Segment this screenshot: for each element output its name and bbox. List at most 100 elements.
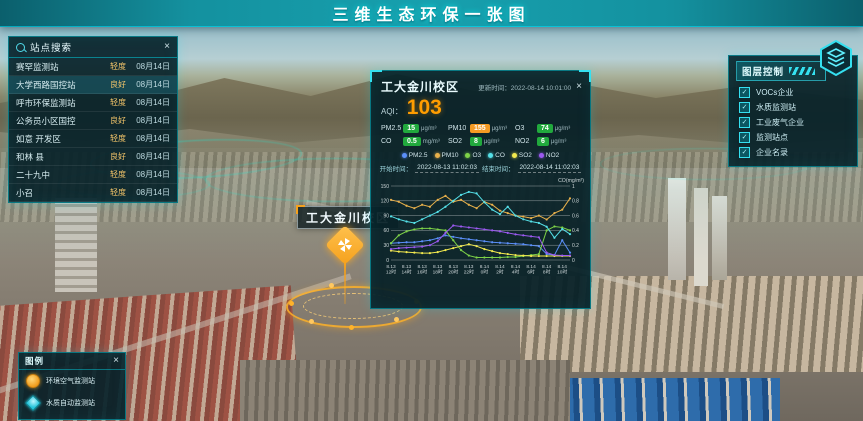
svg-text:8.1410时: 8.1410时 xyxy=(557,264,567,276)
svg-text:0.8: 0.8 xyxy=(572,199,579,205)
chart-legend-item[interactable]: PM10 xyxy=(435,152,459,159)
marker-ring-dots xyxy=(0,0,3,3)
pollutant-value-badge: 0.5 xyxy=(403,137,421,146)
legend-list: 环境空气监测站水质自动监测站 xyxy=(19,370,125,414)
legend-dot-icon xyxy=(539,153,544,158)
svg-text:8.1312时: 8.1312时 xyxy=(386,264,396,276)
station-row[interactable]: 大学西路国控站良好08月14日 xyxy=(9,76,177,94)
svg-text:0.2: 0.2 xyxy=(572,243,579,249)
end-time-input[interactable]: 2022-08-14 11:02:03 xyxy=(518,164,582,173)
layer-item[interactable]: ✓监测站点 xyxy=(729,130,857,145)
station-name: 二十九中 xyxy=(16,169,100,181)
svg-text:90: 90 xyxy=(383,213,389,219)
svg-text:0: 0 xyxy=(572,258,575,264)
svg-text:0.4: 0.4 xyxy=(572,228,579,234)
page-title: 三维生态环保一张图 xyxy=(332,1,530,25)
checkbox-checked-icon[interactable]: ✓ xyxy=(739,117,750,128)
legend-item[interactable]: 水质自动监测站 xyxy=(19,392,125,414)
station-detail-panel: 工大金川校区 更新时间：2022-08-14 10:01:00 × AQI： 1… xyxy=(370,70,591,309)
station-grade: 轻度 xyxy=(100,133,126,144)
close-icon[interactable]: × xyxy=(576,82,582,92)
pollutant-value-badge: 15 xyxy=(403,124,419,133)
legend-dot-icon xyxy=(402,153,407,158)
close-icon[interactable]: × xyxy=(164,42,170,52)
update-time-label: 更新时间： xyxy=(478,85,511,92)
pollutant-unit: μg/m³ xyxy=(555,126,570,132)
chart-legend-item[interactable]: PM2.5 xyxy=(402,152,428,159)
station-row[interactable]: 公务员小区国控良好08月14日 xyxy=(9,112,177,130)
svg-text:8.144时: 8.144时 xyxy=(511,264,521,276)
pollutant-item: PM2.515μg/m³ xyxy=(381,124,448,133)
svg-text:30: 30 xyxy=(383,243,389,249)
layer-list: ✓VOCs企业✓水质监测站✓工业废气企业✓监测站点✓企业名录 xyxy=(729,85,857,160)
station-grade: 良好 xyxy=(100,115,126,126)
station-grade: 轻度 xyxy=(100,97,126,108)
air-station-icon xyxy=(26,374,40,388)
chart-legend-item[interactable]: O3 xyxy=(465,152,481,159)
station-name: 大学西路国控站 xyxy=(16,79,100,91)
checkbox-checked-icon[interactable]: ✓ xyxy=(739,102,750,113)
station-name: 和林 县 xyxy=(16,151,100,163)
popup-header: 工大金川校区 更新时间：2022-08-14 10:01:00 × xyxy=(371,71,590,97)
layer-item[interactable]: ✓ 工业废气企业 xyxy=(729,115,857,130)
checkbox-checked-icon[interactable]: ✓ xyxy=(739,147,750,158)
layer-label: 工业废气企业 xyxy=(756,117,804,128)
layer-item[interactable]: ✓企业名录 xyxy=(729,145,857,160)
start-time-input[interactable]: 2022-08-13 11:02:03 xyxy=(415,164,479,173)
checkbox-checked-icon[interactable]: ✓ xyxy=(739,87,750,98)
svg-text:8.148时: 8.148时 xyxy=(542,264,552,276)
station-date: 08月14日 xyxy=(126,151,170,162)
chart-legend-item[interactable]: SO2 xyxy=(512,152,532,159)
pollutant-value-badge: 155 xyxy=(470,124,490,133)
pollutant-value-badge: 6 xyxy=(537,137,549,146)
chart-legend: PM2.5 PM10 O3 CO SO2 NO2 xyxy=(371,148,590,160)
station-grade: 良好 xyxy=(100,151,126,162)
svg-text:8.1316时: 8.1316时 xyxy=(417,264,427,276)
pollutant-item: NO26μg/m³ xyxy=(515,137,582,146)
station-row[interactable]: 小召轻度08月14日 xyxy=(9,184,177,202)
pollutant-name: NO2 xyxy=(515,138,535,145)
pollutant-name: CO xyxy=(381,138,401,145)
pollutant-name: PM2.5 xyxy=(381,125,401,132)
station-row[interactable]: 二十九中轻度08月14日 xyxy=(9,166,177,184)
legend-item-label: 水质自动监测站 xyxy=(46,398,95,408)
checkbox-checked-icon[interactable]: ✓ xyxy=(739,132,750,143)
pollutant-item: PM10155μg/m³ xyxy=(448,124,515,133)
station-row[interactable]: 和林 县良好08月14日 xyxy=(9,148,177,166)
update-time-value: 2022-08-14 10:01:00 xyxy=(511,85,571,92)
layer-label: VOCs企业 xyxy=(756,87,793,98)
legend-label: SO2 xyxy=(519,152,532,159)
station-date: 08月14日 xyxy=(126,169,170,180)
chart-legend-item[interactable]: CO xyxy=(488,152,505,159)
pollutant-unit: mg/m³ xyxy=(423,139,440,145)
layer-panel-title: 图层控制 xyxy=(742,64,784,78)
close-icon[interactable]: × xyxy=(113,356,119,366)
pollutant-unit: μg/m³ xyxy=(484,139,499,145)
search-icon[interactable] xyxy=(16,43,25,52)
legend-item-label: 环境空气监测站 xyxy=(46,376,95,386)
station-row[interactable]: 赛罕监测站轻度08月14日 xyxy=(9,58,177,76)
pollutant-item: SO28μg/m³ xyxy=(448,137,515,146)
svg-text:8.140时: 8.140时 xyxy=(480,264,490,276)
legend-dot-icon xyxy=(512,153,517,158)
svg-text:120: 120 xyxy=(381,199,390,205)
app-root: 工大金川校区 三维生态环保一张图 站点搜索 × 赛罕监测站轻度08月14日大学西… xyxy=(0,0,863,421)
pollutant-value-badge: 74 xyxy=(537,124,553,133)
legend-label: NO2 xyxy=(546,152,559,159)
station-title: 工大金川校区 xyxy=(381,78,459,95)
layer-panel-titlebar: 图层控制 xyxy=(736,61,826,81)
station-grade: 轻度 xyxy=(100,169,126,180)
layer-item[interactable]: ✓ VOCs企业 xyxy=(729,85,857,100)
station-row[interactable]: 呼市环保监测站轻度08月14日 xyxy=(9,94,177,112)
chart-legend-item[interactable]: NO2 xyxy=(539,152,559,159)
pollutant-trend-chart[interactable]: 030609012015000.20.40.60.81CO(mg/m³)8.13… xyxy=(371,174,590,297)
svg-text:8.146时: 8.146时 xyxy=(526,264,536,276)
aqi-row: AQI： 103 xyxy=(371,97,590,118)
svg-text:1: 1 xyxy=(572,184,575,190)
layers-icon[interactable] xyxy=(819,40,853,76)
station-name: 如意 开发区 xyxy=(16,133,100,145)
layer-item[interactable]: ✓水质监测站 xyxy=(729,100,857,115)
svg-text:8.1322时: 8.1322时 xyxy=(464,264,474,276)
legend-item[interactable]: 环境空气监测站 xyxy=(19,370,125,392)
station-row[interactable]: 如意 开发区轻度08月14日 xyxy=(9,130,177,148)
